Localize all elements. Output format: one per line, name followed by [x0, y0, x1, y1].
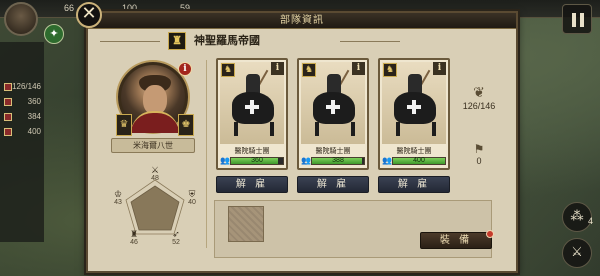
map-toggle-icon[interactable]: ✦ [44, 24, 64, 44]
army-flag-icon [4, 128, 12, 136]
unit-hp-bar: 400 [392, 157, 446, 165]
crossed-swords-icon: ⚔ [150, 165, 160, 175]
army-flag-icon [4, 83, 12, 91]
unit-info-icon[interactable]: i [271, 62, 284, 75]
eagle-crest-icon: ♜ [168, 32, 186, 50]
stat-leadership: ♔ 43 [108, 189, 128, 207]
close-button[interactable]: ✕ [76, 2, 102, 28]
notification-dot [486, 230, 494, 238]
general-stats-radar: ⚔ 48 ⛨ 40 ♔ 43 ♜ 46 ➶ 52 [108, 165, 202, 248]
shield-icon: ⛨ [188, 189, 196, 199]
army-list-item[interactable]: 126/146 [0, 80, 44, 94]
people-icon: 👥 [382, 156, 392, 165]
info-icon: i [183, 64, 187, 74]
crown-icon: ♔ [113, 189, 123, 199]
close-icon: ✕ [81, 3, 97, 24]
equipment-slot[interactable] [228, 206, 264, 242]
general-name: 米海爾八世 [111, 138, 195, 153]
people-icon: 👥 [301, 156, 311, 165]
player-avatar[interactable] [4, 2, 38, 36]
cross-icon [407, 100, 421, 114]
unit-name: 醫院騎士團 [315, 147, 351, 155]
pause-button[interactable] [562, 4, 592, 34]
people-icon: 👥 [220, 156, 230, 165]
speed-button[interactable]: ⁂ 4 [562, 202, 593, 232]
dismiss-button[interactable]: 解 雇 [216, 176, 288, 193]
wings-icon: ❦ [473, 84, 485, 100]
army-list-sidebar: 126/146 360 384 400 [0, 42, 44, 242]
unit-card[interactable]: ♞ i 醫院騎士團 👥 360 [216, 58, 288, 170]
faction-name: 神聖羅馬帝國 [194, 34, 260, 47]
general-info-button[interactable]: i [178, 62, 192, 76]
banner-icon: ⚑ [473, 142, 485, 156]
army-list-item[interactable]: 384 [0, 110, 44, 124]
castle-icon: ♜ [129, 229, 139, 239]
horse-icon: ♞ [302, 63, 316, 77]
unit-hp-bar: 388 [311, 157, 365, 165]
unit-name: 醫院騎士團 [234, 147, 270, 155]
unit-info-icon[interactable]: i [352, 62, 365, 75]
dismiss-button[interactable]: 解 雇 [378, 176, 450, 193]
stat-tactics: ➶ 52 [166, 229, 186, 247]
horse-icon: ♞ [221, 63, 235, 77]
unit-info-icon[interactable]: i [433, 62, 446, 75]
unit-card[interactable]: ♞ i 醫院騎士團 👥 388 [297, 58, 369, 170]
army-flag-icon [4, 113, 12, 121]
army-list-item[interactable]: 400 [0, 125, 44, 139]
cross-icon [326, 100, 340, 114]
cross-icon [245, 100, 259, 114]
crown-badge-icon: ♚ [178, 114, 194, 136]
pause-icon [572, 13, 576, 27]
army-list-item[interactable]: 360 [0, 95, 44, 109]
rank-badge-icon: ♛ [116, 114, 132, 136]
formation-button[interactable]: ⚔ [562, 238, 592, 268]
panel-title: 部隊資訊 [88, 13, 516, 29]
troop-capacity: ❦ 126/146 [462, 84, 496, 111]
speed-count: 4 [587, 216, 593, 226]
resource-value-1: 66 [64, 3, 75, 13]
horse-icon: ♞ [383, 63, 397, 77]
panel-divider [206, 60, 207, 248]
stat-mobility: ♜ 46 [124, 229, 144, 247]
bow-icon: ➶ [172, 229, 180, 239]
dismiss-button[interactable]: 解 雇 [297, 176, 369, 193]
formation-icon: ⚔ [571, 245, 583, 260]
faction-header: ♜ 神聖羅馬帝國 [100, 30, 420, 52]
unit-card[interactable]: ♞ i 醫院騎士團 👥 400 [378, 58, 450, 170]
unit-hp-bar: 360 [230, 157, 284, 165]
army-flag-icon [4, 98, 12, 106]
troops-icon: ⁂ [570, 209, 584, 224]
stat-defense: ⛨ 40 [182, 189, 202, 207]
banner-count: ⚑ 0 [470, 142, 488, 166]
unit-name: 醫院騎士團 [396, 147, 432, 155]
equip-button[interactable]: 裝 備 [420, 230, 494, 249]
stat-attack: ⚔ 48 [145, 165, 165, 183]
